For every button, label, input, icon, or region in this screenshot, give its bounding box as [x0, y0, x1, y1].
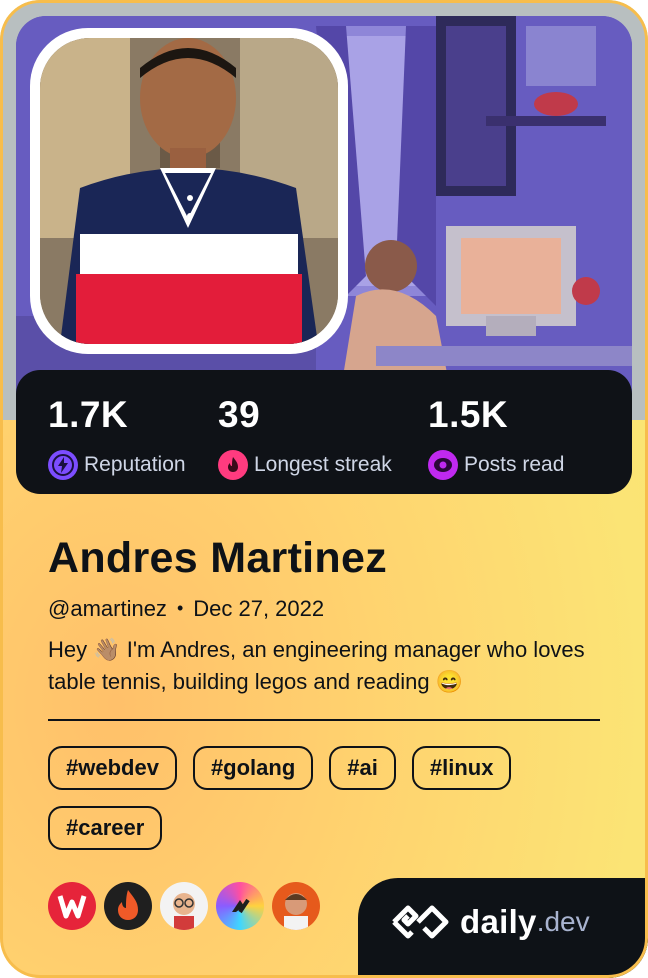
stat-label: Posts read [464, 453, 565, 476]
separator-dot: • [176, 598, 184, 618]
posts-read-icon [428, 450, 458, 480]
rainbow-logo-icon[interactable] [216, 882, 264, 930]
profile-bio: Hey 👋🏽 I'm Andres, an engineering manage… [48, 637, 585, 694]
brand-dev: .dev [536, 906, 590, 937]
sources-list [48, 882, 320, 930]
w-logo-icon[interactable] [48, 882, 96, 930]
stat-reputation: 1.7K Reputation [48, 394, 186, 480]
streak-flame-icon [218, 450, 248, 480]
brand-badge: daily .dev [358, 878, 648, 978]
tag-chip[interactable]: #webdev [48, 746, 177, 790]
tag-chip[interactable]: #golang [192, 746, 314, 790]
brand-daily: daily [460, 903, 537, 940]
tag-chip[interactable]: #ai [329, 746, 396, 790]
divider [48, 719, 600, 721]
stat-value: 1.7K [48, 394, 129, 435]
stats-bar: 1.7K Reputation 39 Longest streak 1.5K P… [16, 370, 632, 494]
devcard: 1.7K Reputation 39 Longest streak 1.5K P… [0, 0, 648, 978]
profile-meta: @amartinez • Dec 27, 2022 [48, 596, 324, 622]
daily-dev-logo: daily .dev [388, 902, 590, 942]
profile-handle: @amartinez [48, 596, 167, 621]
stat-value: 1.5K [428, 394, 509, 435]
nerd-avatar-icon[interactable] [160, 882, 208, 930]
tags-list: #webdev #golang #ai #linux #career [48, 746, 608, 850]
tag-chip[interactable]: #linux [411, 746, 512, 790]
avatar-photo [40, 38, 338, 344]
profile-name: Andres Martinez [48, 534, 388, 582]
reputation-icon [48, 450, 78, 480]
avatar [40, 38, 338, 344]
profile-date: Dec 27, 2022 [193, 596, 325, 621]
stat-posts-read: 1.5K Posts read [428, 394, 564, 480]
stat-value: 39 [218, 394, 261, 435]
fire-logo-icon[interactable] [104, 882, 152, 930]
tag-chip[interactable]: #career [48, 806, 163, 850]
stat-label: Longest streak [254, 453, 392, 476]
stat-label: Reputation [84, 453, 186, 476]
daily-dev-logo-icon [392, 905, 449, 939]
man-avatar-icon[interactable] [272, 882, 320, 930]
stat-longest-streak: 39 Longest streak [218, 394, 392, 480]
